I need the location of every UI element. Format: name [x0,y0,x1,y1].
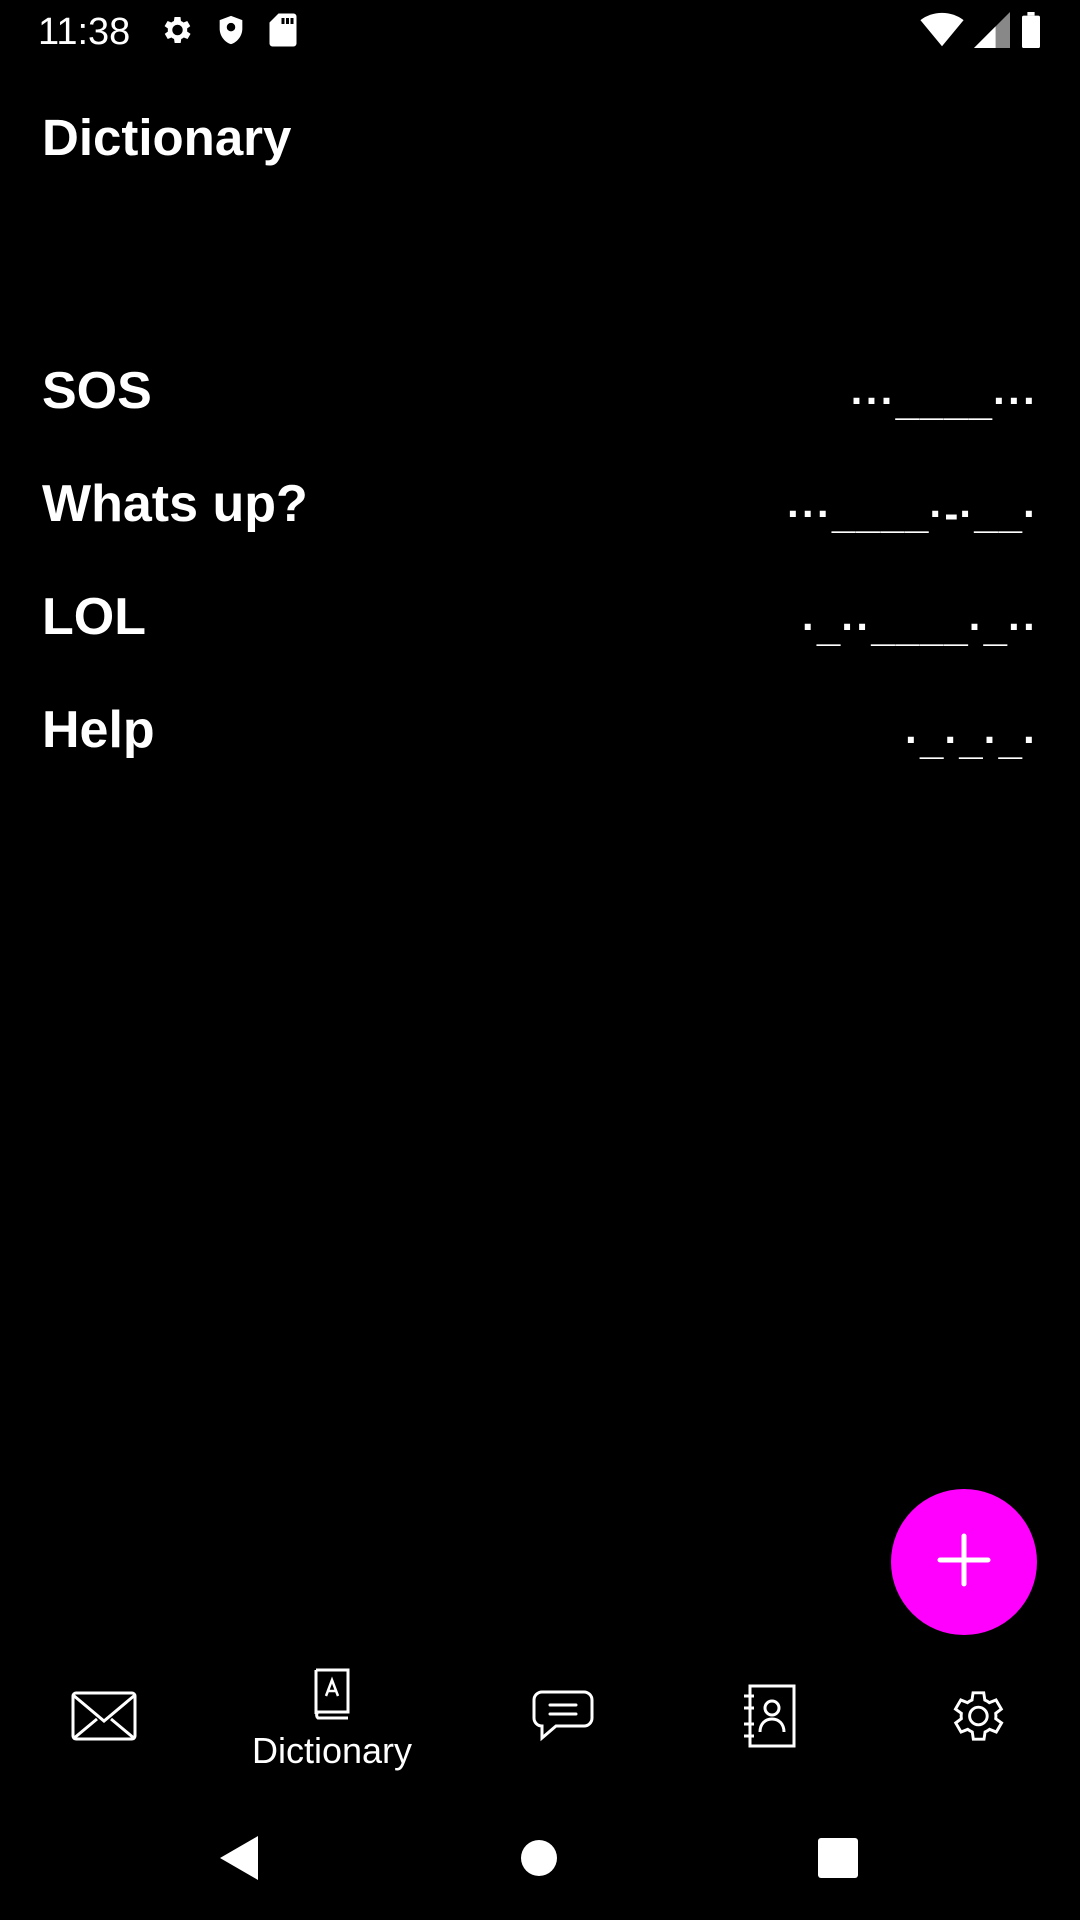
back-button[interactable] [218,1834,260,1887]
sd-card-icon [268,12,298,53]
gear-icon [158,12,194,53]
entry-morse-code: ·_··____·_·· [801,603,1038,650]
list-item[interactable]: Whats up? ···____·-·__· [0,468,1080,581]
page-title: Dictionary [42,109,292,166]
entry-morse-code: ···____·-·__· [786,490,1038,537]
nav-item-chat[interactable] [528,1660,598,1776]
home-button[interactable] [520,1834,558,1887]
nav-item-inbox[interactable] [64,1660,144,1776]
entry-word: Help [42,701,155,759]
battery-icon [1020,12,1042,53]
add-entry-button[interactable] [891,1489,1037,1635]
list-item[interactable]: SOS ···____··· [0,355,1080,468]
dictionary-list: SOS ···____··· Whats up? ···____·-·__· L… [0,355,1080,807]
entry-word: LOL [42,588,146,646]
entry-word: SOS [42,362,152,420]
list-item[interactable]: Help ·_·_·_· [0,694,1080,807]
chat-icon [530,1688,596,1749]
nav-item-contacts[interactable] [735,1660,805,1776]
nav-item-dictionary[interactable]: Dictionary [232,1660,432,1776]
contacts-icon [742,1684,798,1753]
list-item[interactable]: LOL ·_··____·_·· [0,581,1080,694]
system-navigation-bar [0,1800,1080,1920]
nav-item-label: Dictionary [251,1729,413,1771]
status-icons-right [920,12,1042,53]
cellular-signal-icon [974,12,1010,53]
plus-icon [934,1530,994,1595]
entry-morse-code: ·_·_·_· [904,716,1038,763]
entry-morse-code: ···____··· [850,377,1038,424]
mail-icon [71,1691,137,1746]
nav-item-settings[interactable] [940,1660,1012,1776]
status-bar: 11:38 [0,0,1080,64]
dictionary-icon [310,1666,354,1725]
wifi-icon [920,12,964,53]
status-icons-left [158,12,298,53]
recents-button[interactable] [817,1834,859,1887]
shield-icon [214,12,248,53]
status-time: 11:38 [38,11,131,53]
bottom-navigation: Dictionary [0,1660,1080,1776]
entry-word: Whats up? [42,475,308,533]
settings-icon [944,1684,1008,1753]
